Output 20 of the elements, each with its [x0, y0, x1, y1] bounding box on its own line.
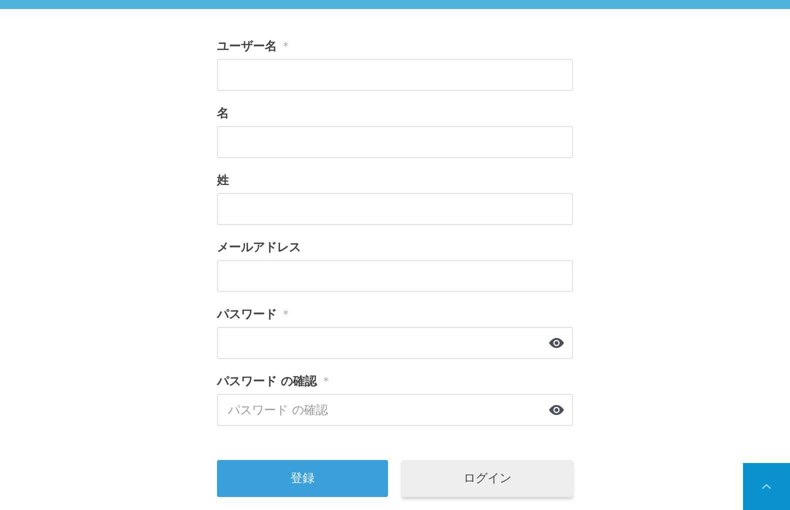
field-label: パスワード — [217, 306, 277, 323]
required-mark: * — [283, 40, 288, 53]
password-field[interactable]: パスワード の確認 — [217, 394, 573, 426]
input-field[interactable] — [217, 193, 573, 225]
input-field[interactable] — [217, 126, 573, 158]
eye-icon[interactable] — [549, 338, 564, 348]
field-label: パスワード の確認 — [217, 373, 318, 390]
chevron-up-icon — [762, 484, 771, 489]
input-field[interactable] — [217, 260, 573, 292]
required-mark: * — [323, 375, 329, 388]
field-label: 名 — [217, 105, 229, 122]
field-label: メールアドレス — [217, 239, 301, 256]
password-field[interactable] — [217, 327, 573, 359]
eye-icon[interactable] — [549, 405, 564, 415]
scroll-top-button[interactable] — [743, 463, 790, 510]
login-button[interactable]: ログイン — [402, 460, 573, 497]
field-label: 姓 — [217, 172, 229, 189]
input-field[interactable] — [217, 59, 573, 91]
required-mark: * — [283, 308, 288, 321]
field-label: ユーザー名 — [217, 38, 277, 55]
